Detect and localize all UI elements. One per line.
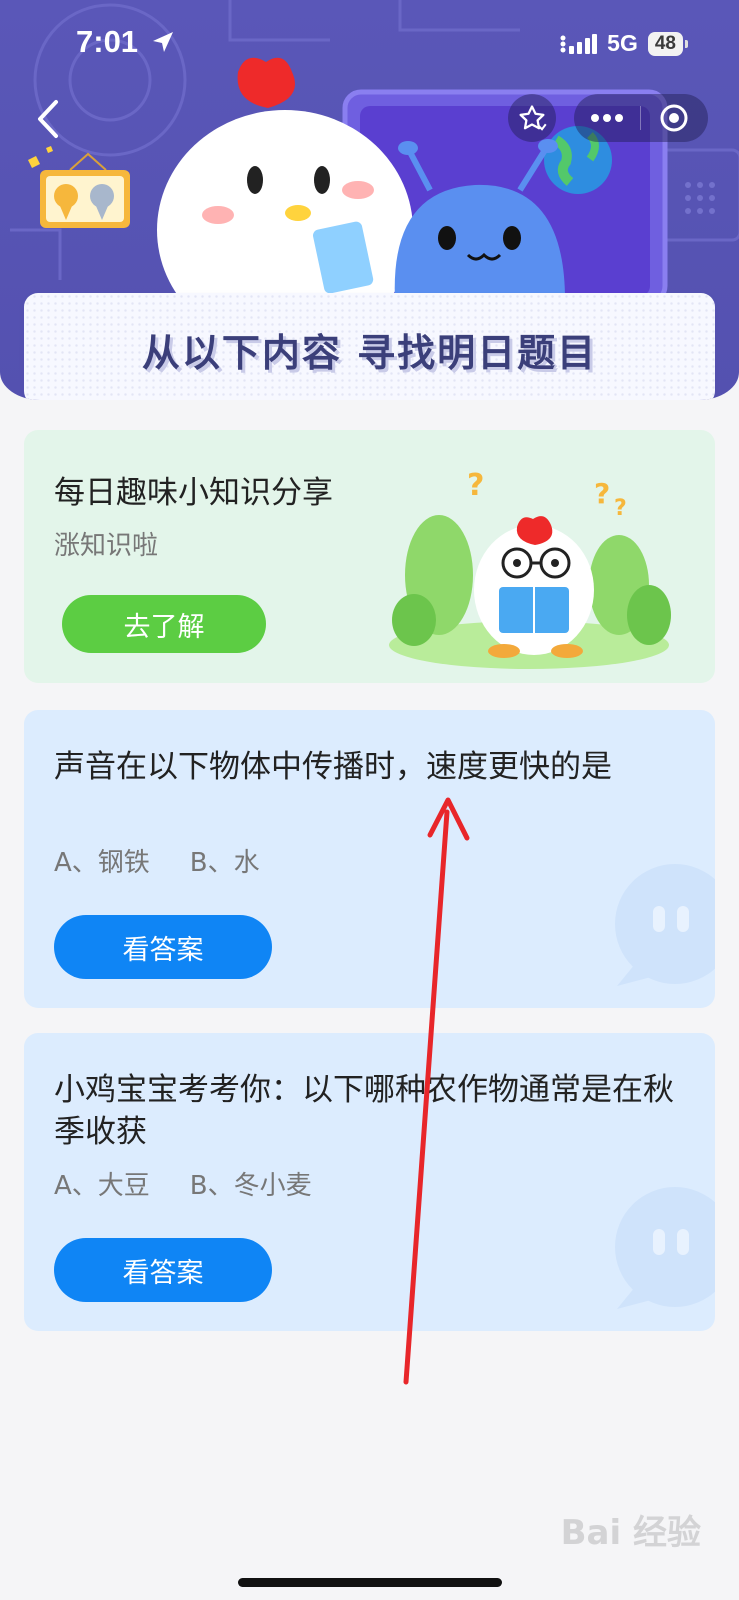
medal-icon[interactable] [18, 140, 138, 235]
home-indicator[interactable] [238, 1578, 502, 1587]
chat-bubble-icon [615, 1187, 715, 1309]
question-title: 小鸡宝宝考考你：以下哪种农作物通常是在秋季收获 [54, 1072, 674, 1150]
question-options: A、钢铁 B、水 [54, 842, 260, 879]
miniprogram-capsule [574, 94, 708, 142]
view-answer-button[interactable]: 看答案 [54, 915, 272, 979]
close-button[interactable] [641, 94, 707, 142]
option-b: B、水 [189, 848, 260, 878]
banner-title: 从以下内容 寻找明日题目 [141, 330, 598, 375]
svg-text:?: ? [614, 496, 627, 521]
view-answer-button[interactable]: 看答案 [54, 1238, 272, 1302]
knowledge-card: 每日趣味小知识分享 涨知识啦 去了解 ? ? ? [24, 430, 715, 683]
battery-indicator: 48 [647, 31, 689, 56]
location-arrow-icon [152, 32, 173, 52]
status-indicators: 5G 48 [559, 30, 689, 57]
status-time-text: 7:01 [76, 24, 139, 59]
svg-text:?: ? [467, 468, 484, 503]
reading-chick-illustration: ? ? ? [389, 468, 671, 669]
back-chevron-icon[interactable] [30, 96, 70, 142]
question-card: 小鸡宝宝考考你：以下哪种农作物通常是在秋季收获 A、大豆 B、冬小麦 看答案 [24, 1033, 715, 1331]
star-icon [519, 105, 547, 131]
status-time: 7:01 [76, 24, 175, 60]
more-button[interactable] [574, 94, 640, 142]
svg-text:?: ? [594, 477, 610, 510]
banner: 从以下内容 寻找明日题目 [24, 293, 715, 400]
signal-icon [560, 33, 598, 54]
knowledge-title: 每日趣味小知识分享 [54, 475, 333, 511]
option-a: A、大豆 [54, 1171, 150, 1201]
question-card: 声音在以下物体中传播时，速度更快的是 A、钢铁 B、水 看答案 [24, 710, 715, 1008]
favorite-button[interactable] [508, 94, 556, 142]
header: 7:01 5G 48 从以下内容 寻找明日题目 [0, 0, 739, 400]
network-type: 5G [607, 30, 638, 56]
more-dots-icon [591, 114, 623, 122]
question-title: 声音在以下物体中传播时，速度更快的是 [54, 749, 612, 785]
learn-more-button[interactable]: 去了解 [62, 595, 266, 653]
option-b: B、冬小麦 [189, 1171, 312, 1201]
question-options: A、大豆 B、冬小麦 [54, 1165, 312, 1202]
chat-bubble-icon [615, 864, 715, 986]
knowledge-subtitle: 涨知识啦 [54, 531, 159, 561]
option-a: A、钢铁 [54, 848, 150, 878]
close-circle-icon [660, 104, 688, 132]
watermark: Bai 经验 [560, 1513, 701, 1553]
